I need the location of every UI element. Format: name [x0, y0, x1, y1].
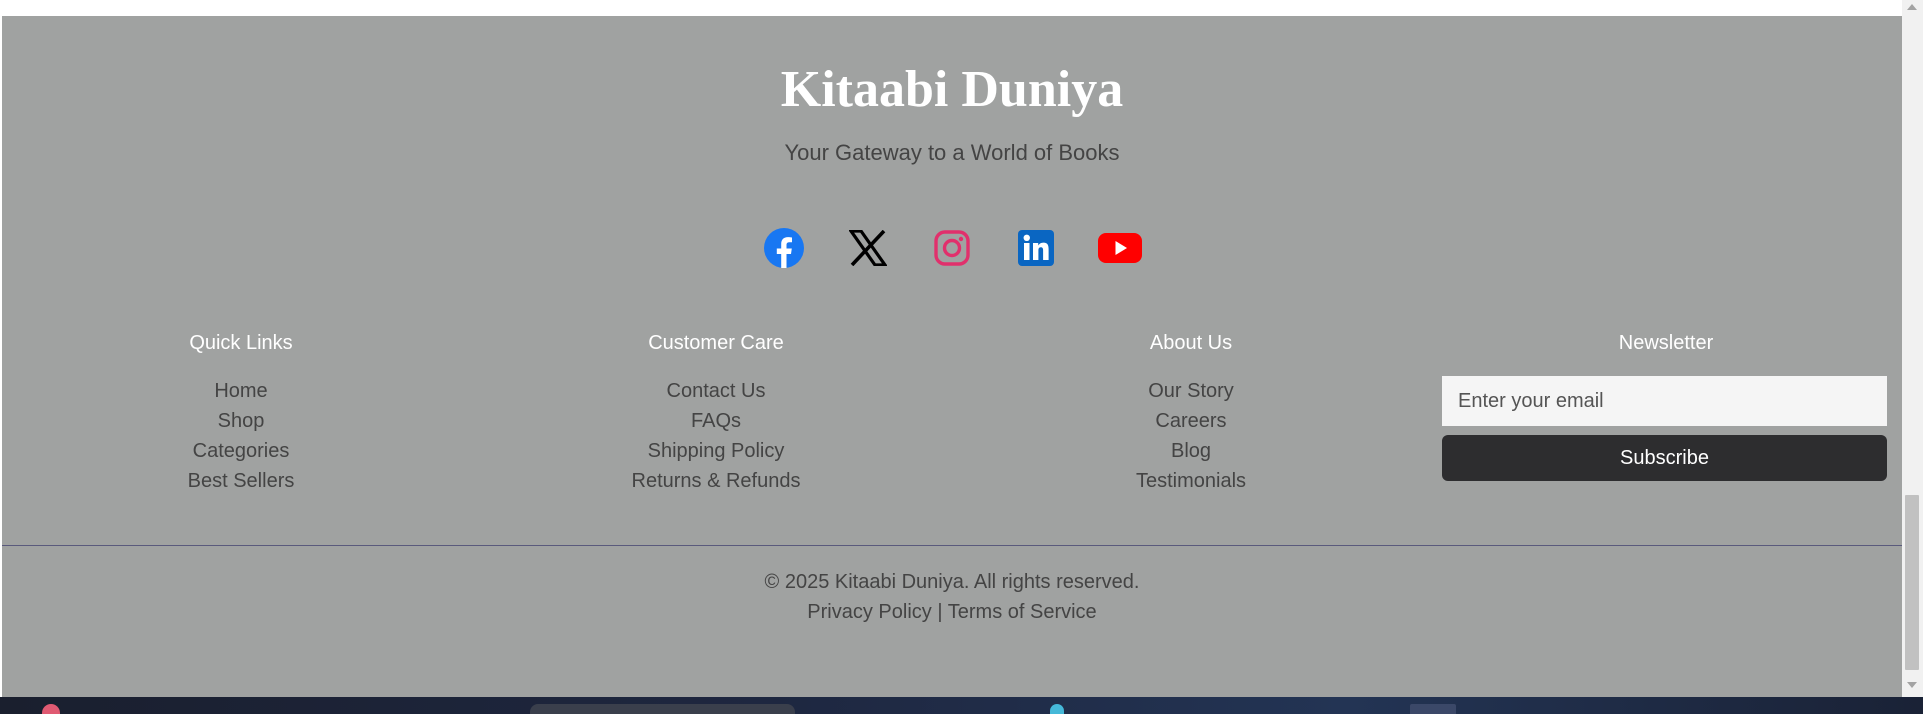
footer-divider — [2, 545, 1902, 546]
facebook-icon — [764, 228, 804, 268]
taskbar-active-app-icon[interactable] — [1410, 704, 1456, 714]
quick-link-best-sellers[interactable]: Best Sellers — [6, 466, 476, 496]
customer-care-column: Customer Care Contact Us FAQs Shipping P… — [481, 332, 951, 496]
social-links — [2, 226, 1902, 270]
legal-links: Privacy Policy | Terms of Service — [2, 601, 1902, 624]
quick-link-shop[interactable]: Shop — [6, 406, 476, 436]
scroll-thumb[interactable] — [1905, 495, 1919, 670]
quick-link-home[interactable]: Home — [6, 376, 476, 406]
customer-care-returns-refunds[interactable]: Returns & Refunds — [481, 466, 951, 496]
instagram-link[interactable] — [930, 226, 974, 270]
legal-separator: | — [937, 601, 943, 623]
vertical-scrollbar[interactable] — [1902, 0, 1923, 697]
about-us-column: About Us Our Story Careers Blog Testimon… — [956, 332, 1426, 496]
customer-care-contact-us[interactable]: Contact Us — [481, 376, 951, 406]
newsletter-heading: Newsletter — [1618, 332, 1714, 354]
customer-care-shipping-policy[interactable]: Shipping Policy — [481, 436, 951, 466]
taskbar-app-icon[interactable] — [42, 704, 60, 714]
facebook-link[interactable] — [762, 226, 806, 270]
quick-links-heading: Quick Links — [189, 332, 293, 354]
brand-title: Kitaabi Duniya — [780, 61, 1124, 118]
subscribe-button[interactable]: Subscribe — [1442, 435, 1887, 481]
newsletter-email-input[interactable] — [1442, 376, 1887, 426]
youtube-link[interactable] — [1098, 226, 1142, 270]
scroll-up-arrow-icon[interactable] — [1907, 4, 1917, 10]
customer-care-heading: Customer Care — [648, 332, 784, 354]
linkedin-link[interactable] — [1014, 226, 1058, 270]
about-us-heading: About Us — [1149, 332, 1233, 354]
scroll-down-arrow-icon[interactable] — [1907, 682, 1917, 688]
terms-of-service-link[interactable]: Terms of Service — [948, 601, 1097, 623]
customer-care-faqs[interactable]: FAQs — [481, 406, 951, 436]
about-testimonials[interactable]: Testimonials — [956, 466, 1426, 496]
newsletter-column: Newsletter — [1431, 332, 1901, 376]
about-our-story[interactable]: Our Story — [956, 376, 1426, 406]
about-careers[interactable]: Careers — [956, 406, 1426, 436]
site-footer: Kitaabi Duniya Your Gateway to a World o… — [2, 16, 1902, 697]
x-link[interactable] — [846, 226, 890, 270]
copyright-text: © 2025 Kitaabi Duniya. All rights reserv… — [764, 571, 1140, 593]
quick-links-column: Quick Links Home Shop Categories Best Se… — [6, 332, 476, 496]
quick-link-categories[interactable]: Categories — [6, 436, 476, 466]
youtube-icon — [1098, 233, 1142, 263]
about-blog[interactable]: Blog — [956, 436, 1426, 466]
instagram-icon — [934, 230, 970, 266]
os-taskbar — [0, 697, 1923, 714]
linkedin-icon — [1018, 230, 1054, 266]
privacy-policy-link[interactable]: Privacy Policy — [807, 601, 931, 623]
page-top-strip — [0, 0, 1902, 16]
brand-tagline: Your Gateway to a World of Books — [784, 140, 1120, 165]
taskbar-search-box[interactable] — [530, 704, 795, 714]
taskbar-pinned-icon[interactable] — [1050, 704, 1064, 714]
x-icon — [849, 230, 887, 266]
